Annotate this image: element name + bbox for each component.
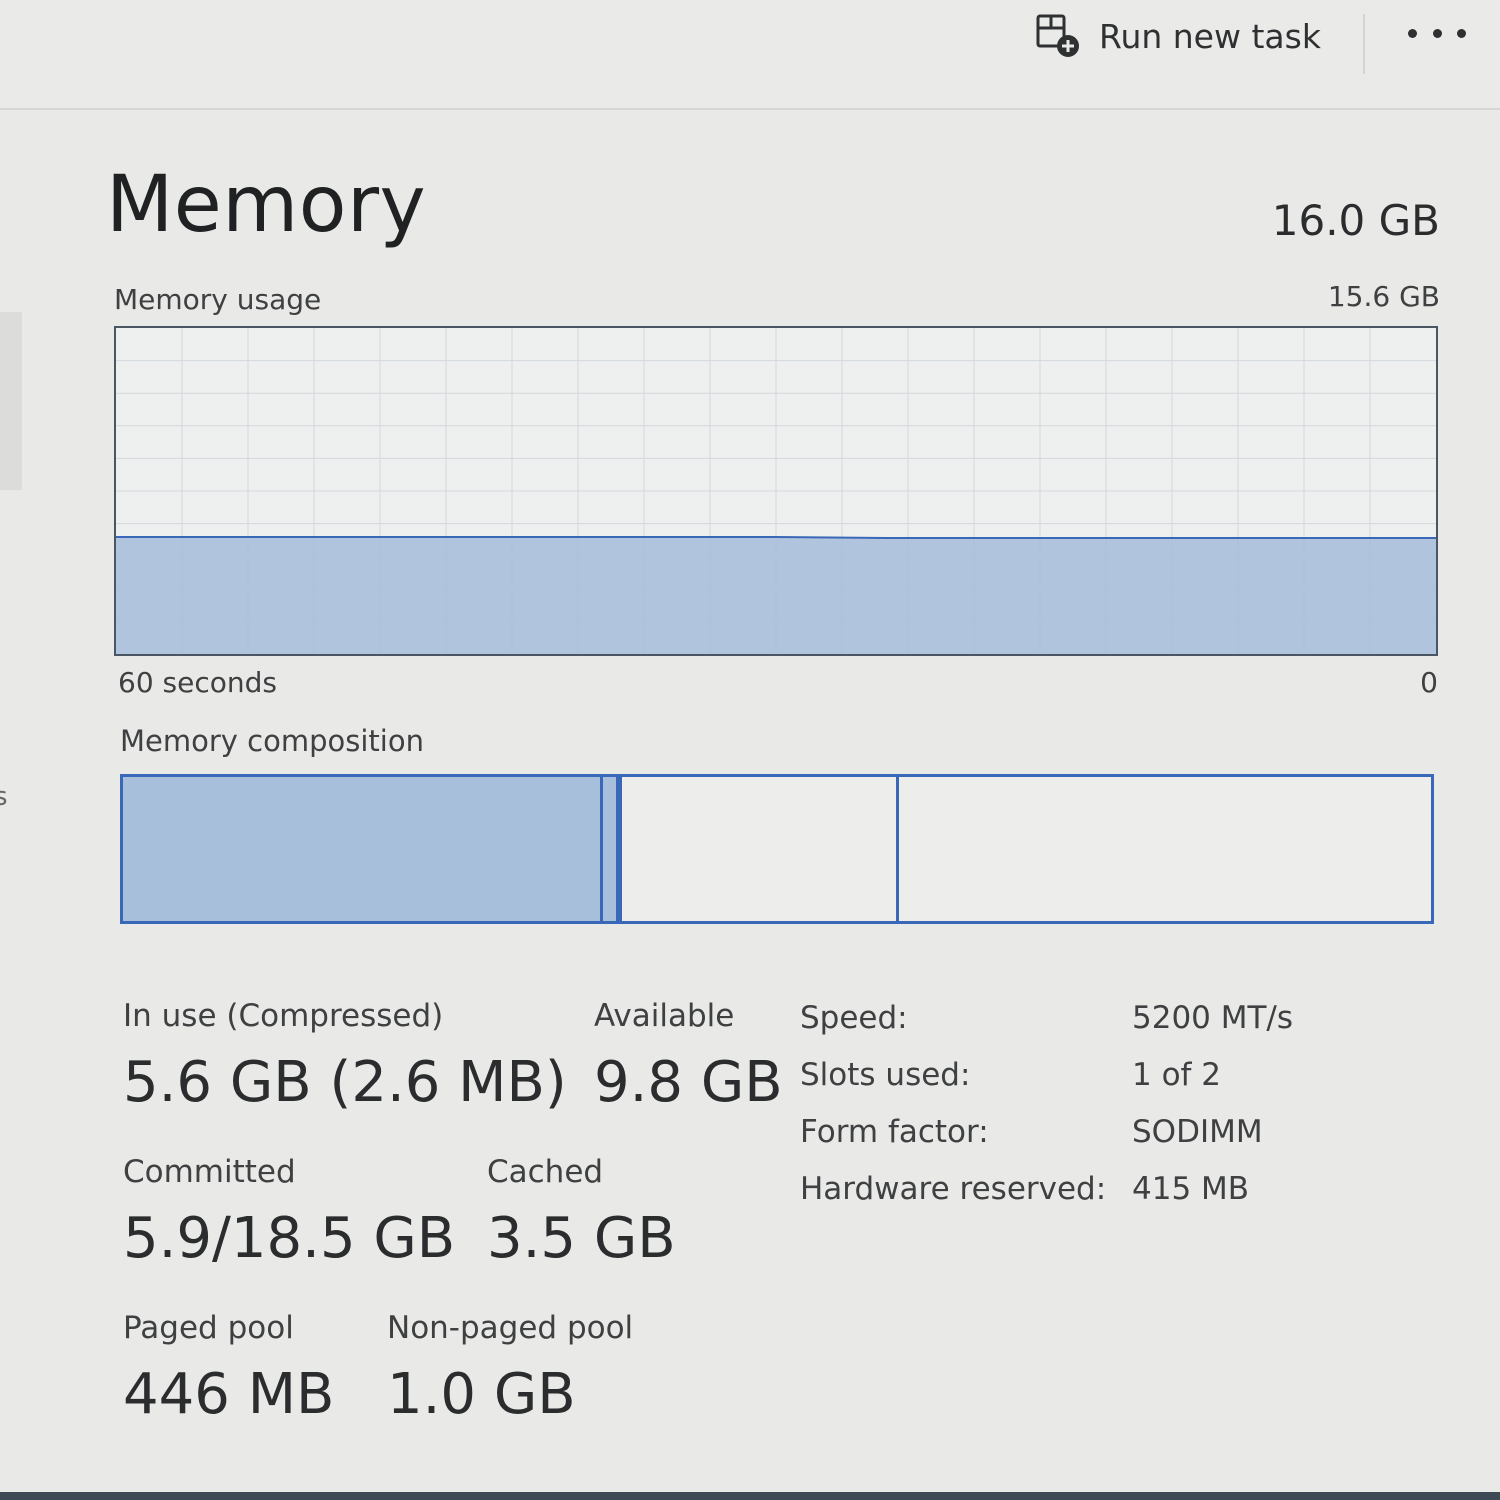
available-label: Available: [594, 998, 735, 1034]
non-paged-pool-label: Non-paged pool: [387, 1310, 634, 1346]
in-use-value: 5.6 GB (2.6 MB): [123, 1050, 567, 1115]
cached-label: Cached: [487, 1154, 604, 1190]
cached-value: 3.5 GB: [487, 1206, 676, 1271]
committed-label: Committed: [123, 1154, 296, 1190]
graph-time-end-label: 0: [1420, 666, 1438, 699]
available-value: 9.8 GB: [594, 1050, 783, 1115]
run-new-task-button[interactable]: Run new task: [1035, 8, 1321, 64]
form-factor-value: SODIMM: [1132, 1114, 1263, 1150]
speed-label: Speed:: [800, 1000, 908, 1036]
run-task-icon: [1036, 14, 1079, 57]
in-use-label: In use (Compressed): [123, 998, 444, 1034]
memory-usage-graph: [114, 326, 1438, 656]
paged-pool-value: 446 MB: [123, 1362, 335, 1427]
slots-used-label: Slots used:: [800, 1057, 971, 1093]
memory-usage-max: 15.6 GB: [1327, 280, 1440, 313]
toolbar-divider: [1363, 14, 1365, 74]
ellipsis-icon[interactable]: [1408, 26, 1466, 40]
nav-selection-indicator: [0, 312, 22, 490]
taskbar-edge: [0, 1492, 1500, 1500]
command-bar: Run new task: [0, 0, 1500, 110]
hardware-reserved-value: 415 MB: [1132, 1171, 1250, 1207]
composition-segment-free[interactable]: [896, 777, 1431, 921]
composition-segment-modified[interactable]: [600, 777, 619, 921]
memory-composition-bar: [120, 774, 1434, 924]
usage-line: [116, 535, 1436, 540]
composition-segment-in-use[interactable]: [123, 777, 601, 921]
slots-used-value: 1 of 2: [1132, 1057, 1222, 1093]
nav-item-fragment: s: [0, 782, 8, 812]
non-paged-pool-value: 1.0 GB: [387, 1362, 576, 1427]
usage-area: [116, 536, 1436, 654]
committed-value: 5.9/18.5 GB: [123, 1206, 456, 1271]
composition-segment-standby[interactable]: [618, 777, 896, 921]
page-title: Memory: [106, 160, 427, 250]
speed-value: 5200 MT/s: [1132, 1000, 1294, 1036]
run-new-task-label: Run new task: [1099, 16, 1321, 56]
form-factor-label: Form factor:: [800, 1114, 989, 1150]
graph-time-start-label: 60 seconds: [118, 666, 277, 699]
memory-usage-label: Memory usage: [114, 283, 322, 316]
total-memory: 16.0 GB: [1271, 196, 1440, 245]
memory-usage-chart: [116, 328, 1436, 654]
hardware-reserved-label: Hardware reserved:: [800, 1171, 1107, 1207]
paged-pool-label: Paged pool: [123, 1310, 294, 1346]
memory-composition-label: Memory composition: [120, 724, 424, 758]
